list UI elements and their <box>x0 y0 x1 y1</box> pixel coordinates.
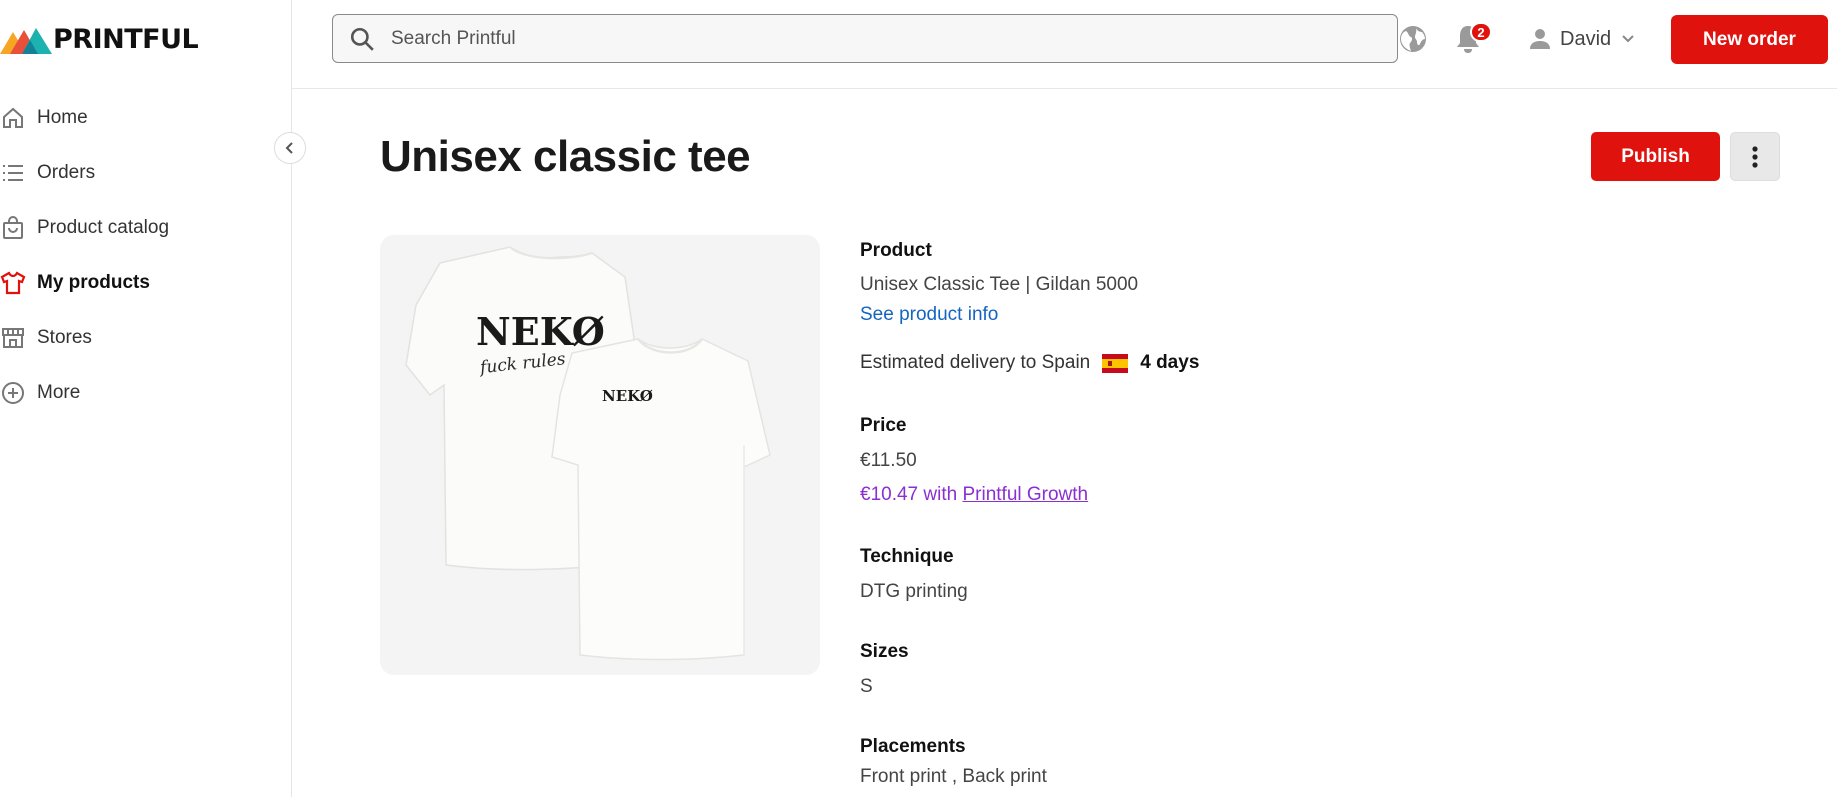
front-print-text: NEKØ <box>602 387 653 405</box>
technique-label: Technique <box>860 546 954 567</box>
globe-icon[interactable] <box>1398 24 1428 54</box>
page-title: Unisex classic tee <box>380 132 751 181</box>
chevron-down-icon <box>1622 35 1634 43</box>
price-label: Price <box>860 415 907 436</box>
delivery-days: 4 days <box>1140 352 1200 373</box>
user-icon <box>1530 29 1550 49</box>
back-print-text: NEKØ <box>476 309 605 354</box>
placements-value: Front print , Back print <box>860 766 1047 787</box>
user-name: David <box>1560 27 1612 50</box>
printful-logo-icon <box>0 28 52 54</box>
store-icon <box>0 325 26 351</box>
sidebar-item-label: Home <box>37 106 88 128</box>
search-input[interactable] <box>391 27 1291 50</box>
delivery-text: Estimated delivery to Spain <box>860 352 1091 373</box>
notification-badge: 2 <box>1470 22 1492 42</box>
printful-growth-link[interactable]: Printful Growth <box>962 484 1088 505</box>
sidebar-item-label: Orders <box>37 161 96 183</box>
collapse-sidebar-button[interactable] <box>274 132 306 164</box>
placements-label: Placements <box>860 736 966 757</box>
sidebar-item-label: More <box>37 381 81 403</box>
sidebar-item-product-catalog[interactable]: Product catalog <box>0 200 292 255</box>
sidebar-nav: Home Orders Product catalog My products … <box>0 90 292 420</box>
printful-logo[interactable]: PRINTFUL <box>0 22 199 56</box>
search-icon <box>350 27 374 51</box>
sizes-value: S <box>860 676 873 697</box>
new-order-button[interactable]: New order <box>1671 15 1828 64</box>
price-value: €11.50 <box>860 450 917 471</box>
sidebar-item-label: Stores <box>37 326 92 348</box>
tshirt-icon <box>0 270 26 296</box>
technique-value: DTG printing <box>860 581 968 602</box>
home-icon <box>0 105 26 131</box>
tshirt-mockup: NEKØ fuck rules NEKØ <box>405 246 771 661</box>
user-menu[interactable]: David <box>1528 24 1635 54</box>
sidebar-item-orders[interactable]: Orders <box>0 145 292 200</box>
sidebar-item-label: My products <box>37 271 150 293</box>
chevron-left-icon <box>285 142 293 154</box>
search-bar[interactable] <box>332 14 1398 63</box>
sizes-label: Sizes <box>860 641 909 662</box>
sidebar-item-my-products[interactable]: My products <box>0 255 292 310</box>
publish-button[interactable]: Publish <box>1591 132 1720 181</box>
product-label: Product <box>860 240 932 261</box>
list-icon <box>0 160 26 186</box>
sidebar-item-stores[interactable]: Stores <box>0 310 292 365</box>
product-value: Unisex Classic Tee | Gildan 5000 <box>860 274 1139 295</box>
estimated-delivery: Estimated delivery to Spain 4 days <box>860 352 1199 374</box>
sidebar: PRINTFUL Home Orders Product catalog My … <box>0 0 292 797</box>
topbar: 2 David New order <box>292 0 1837 89</box>
see-product-info-link[interactable]: See product info <box>860 304 998 326</box>
shopping-bag-icon <box>0 215 26 241</box>
more-options-button[interactable] <box>1730 132 1780 181</box>
growth-price-text: €10.47 with <box>860 484 958 505</box>
sidebar-item-label: Product catalog <box>37 216 170 238</box>
sidebar-item-more[interactable]: More <box>0 365 292 420</box>
plus-circle-icon <box>0 380 26 406</box>
more-vertical-icon <box>1752 145 1758 168</box>
sidebar-item-home[interactable]: Home <box>0 90 292 145</box>
spain-flag-icon <box>1102 353 1129 373</box>
product-image: NEKØ fuck rules NEKØ <box>380 235 820 675</box>
growth-price: €10.47 with Printful Growth <box>860 484 1088 506</box>
brand-name: PRINTFUL <box>53 23 199 55</box>
